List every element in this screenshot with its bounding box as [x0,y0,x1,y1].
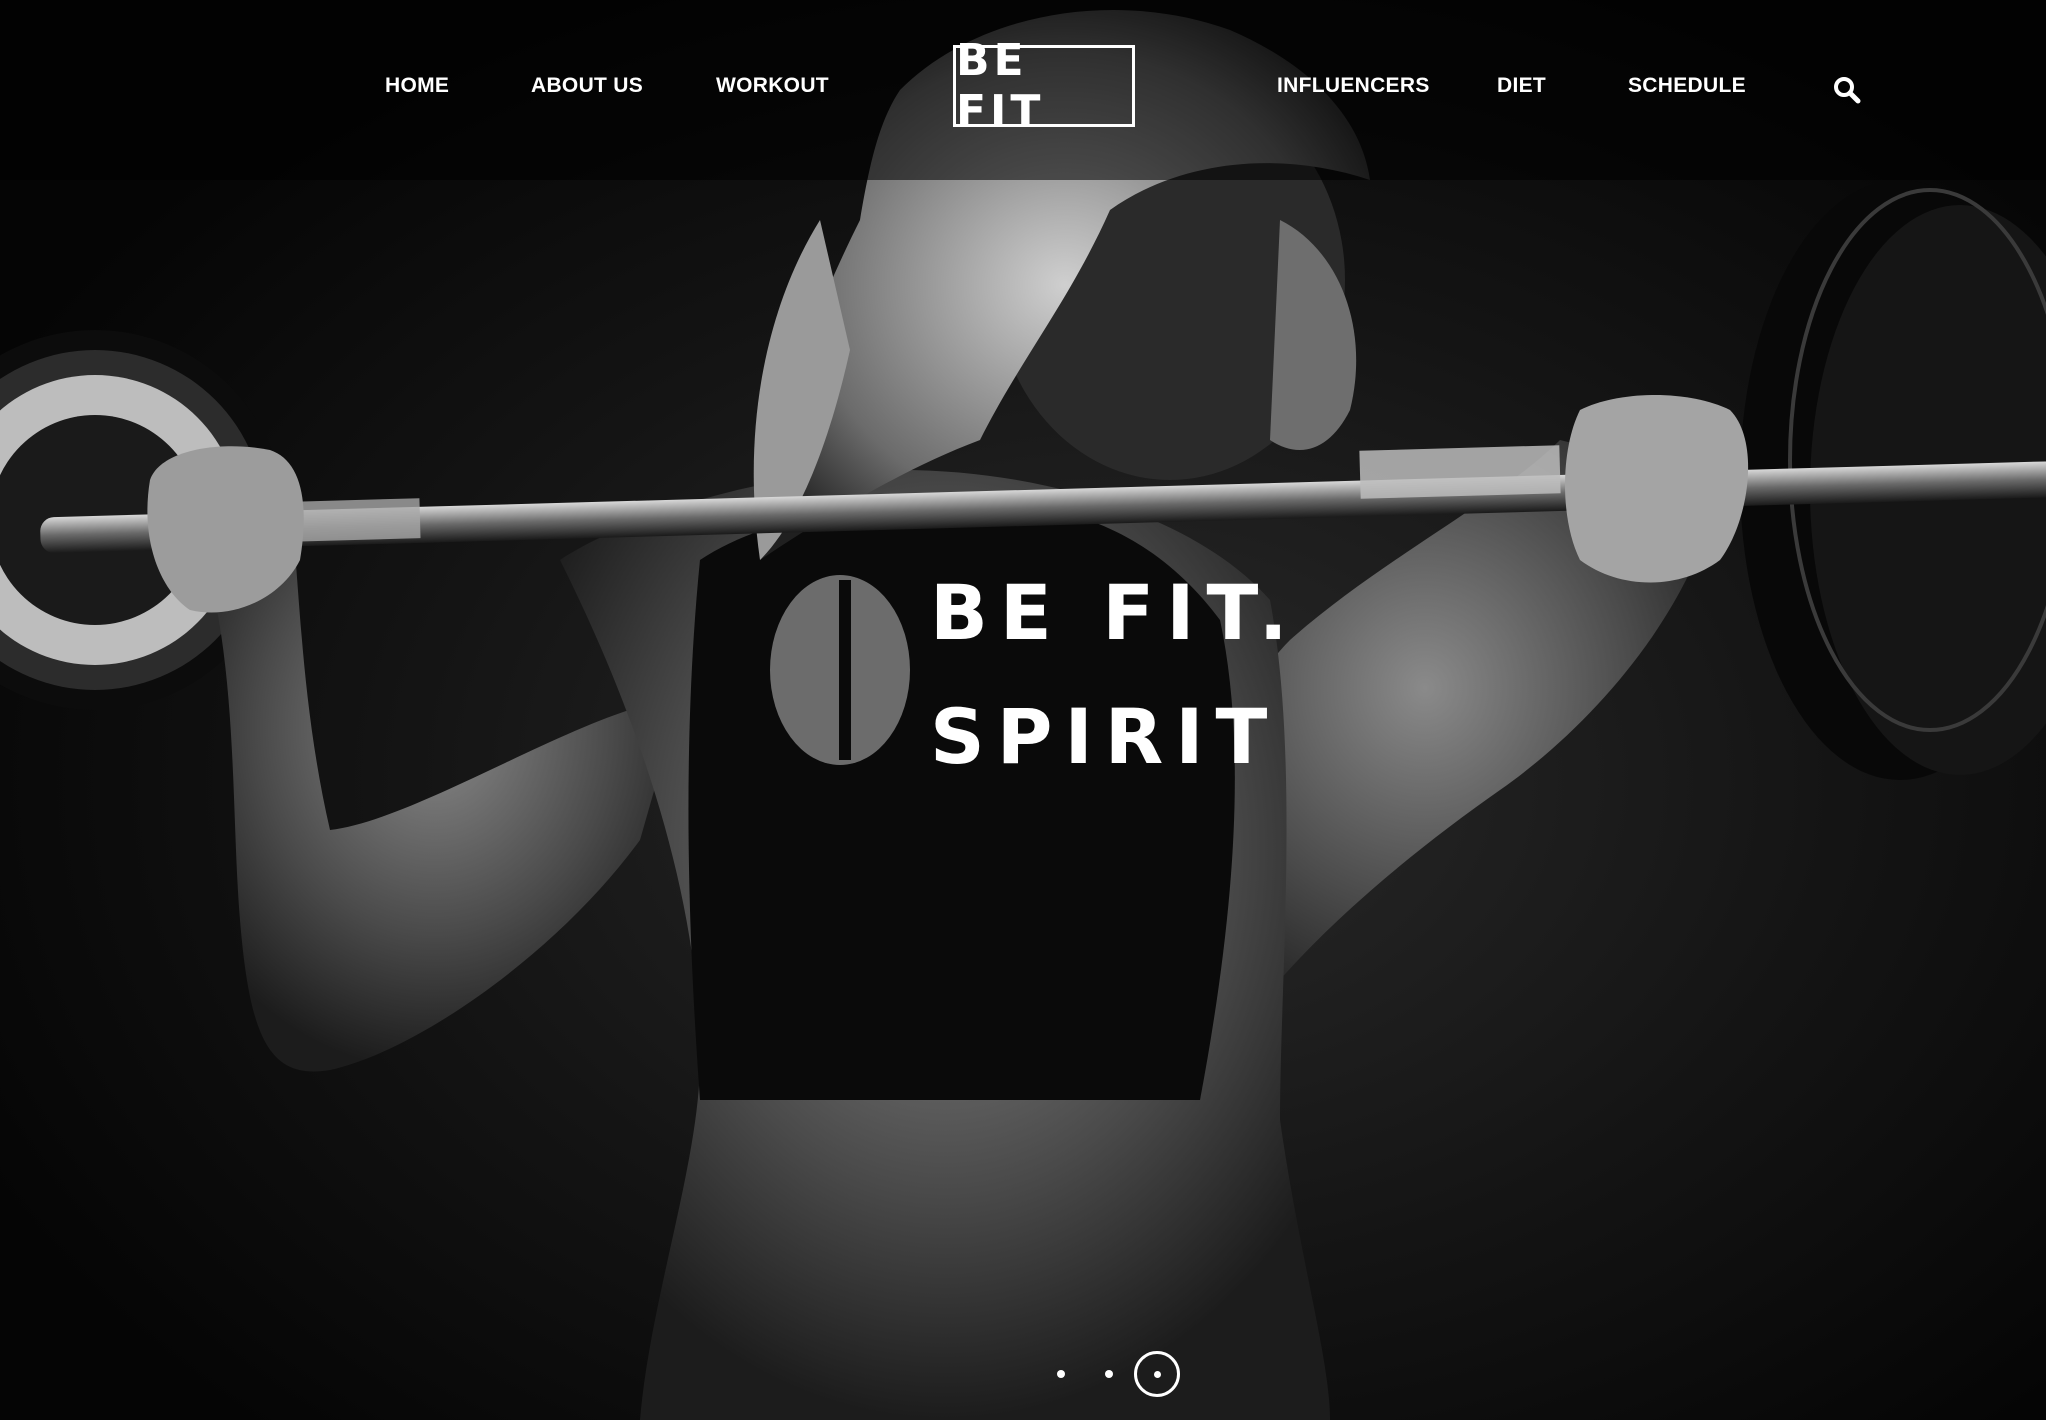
slider-dot-3-active[interactable] [1134,1351,1180,1397]
nav-home[interactable]: HOME [385,74,449,98]
nav-about-us[interactable]: ABOUT US [531,74,643,98]
hero-headline-line2: SPIRIT [930,692,1280,781]
hero-section: HOME ABOUT US WORKOUT BE FIT INFLUENCERS… [0,0,2046,1420]
search-icon [1834,77,1861,104]
nav-schedule[interactable]: SCHEDULE [1628,74,1746,98]
nav-diet[interactable]: DIET [1497,74,1546,98]
hero-headline-line1: BE FIT. [930,568,1300,657]
nav-workout[interactable]: WORKOUT [716,74,829,98]
nav-influencers[interactable]: INFLUENCERS [1277,74,1430,98]
slider-dot-1[interactable] [1057,1370,1065,1378]
search-button[interactable] [1832,75,1862,105]
site-logo[interactable]: BE FIT [953,35,1135,137]
slider-dot-2[interactable] [1105,1370,1113,1378]
